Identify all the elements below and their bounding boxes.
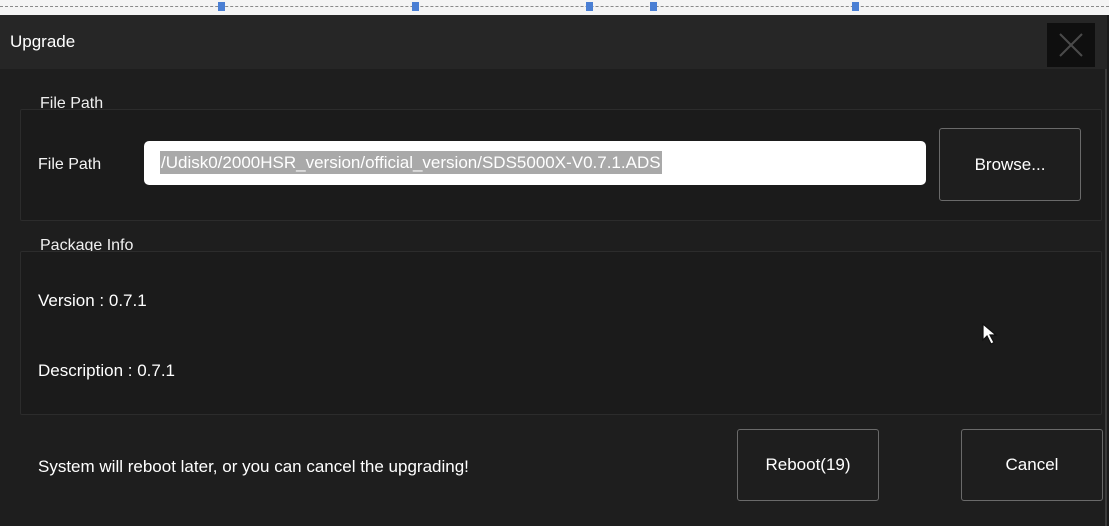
channel-marker bbox=[412, 2, 419, 11]
dialog-titlebar: Upgrade bbox=[0, 15, 1107, 69]
channel-marker bbox=[852, 2, 859, 11]
package-info-group bbox=[20, 251, 1102, 415]
close-button[interactable] bbox=[1047, 23, 1095, 67]
reboot-button[interactable]: Reboot(19) bbox=[737, 429, 879, 501]
browse-button[interactable]: Browse... bbox=[939, 128, 1081, 201]
reboot-message: System will reboot later, or you can can… bbox=[38, 457, 469, 476]
file-path-label: File Path bbox=[38, 156, 102, 173]
file-path-value: /Udisk0/2000HSR_version/official_version… bbox=[160, 151, 662, 174]
mouse-pointer-icon bbox=[982, 322, 1004, 350]
dialog-title: Upgrade bbox=[10, 32, 76, 51]
background-scope-strip bbox=[0, 0, 1109, 15]
channel-marker bbox=[650, 2, 657, 11]
channel-marker bbox=[586, 2, 593, 11]
dashed-line bbox=[0, 6, 1109, 7]
cancel-button[interactable]: Cancel bbox=[961, 429, 1103, 501]
package-description: Description : 0.7.1 bbox=[38, 361, 176, 380]
package-version: Version : 0.7.1 bbox=[38, 291, 147, 310]
close-icon bbox=[1059, 33, 1083, 57]
file-path-input[interactable]: /Udisk0/2000HSR_version/official_version… bbox=[144, 141, 926, 185]
upgrade-dialog: Upgrade File Path File Path /Udisk0/2000… bbox=[0, 15, 1107, 526]
channel-marker bbox=[218, 2, 225, 11]
screen: Upgrade File Path File Path /Udisk0/2000… bbox=[0, 0, 1109, 526]
